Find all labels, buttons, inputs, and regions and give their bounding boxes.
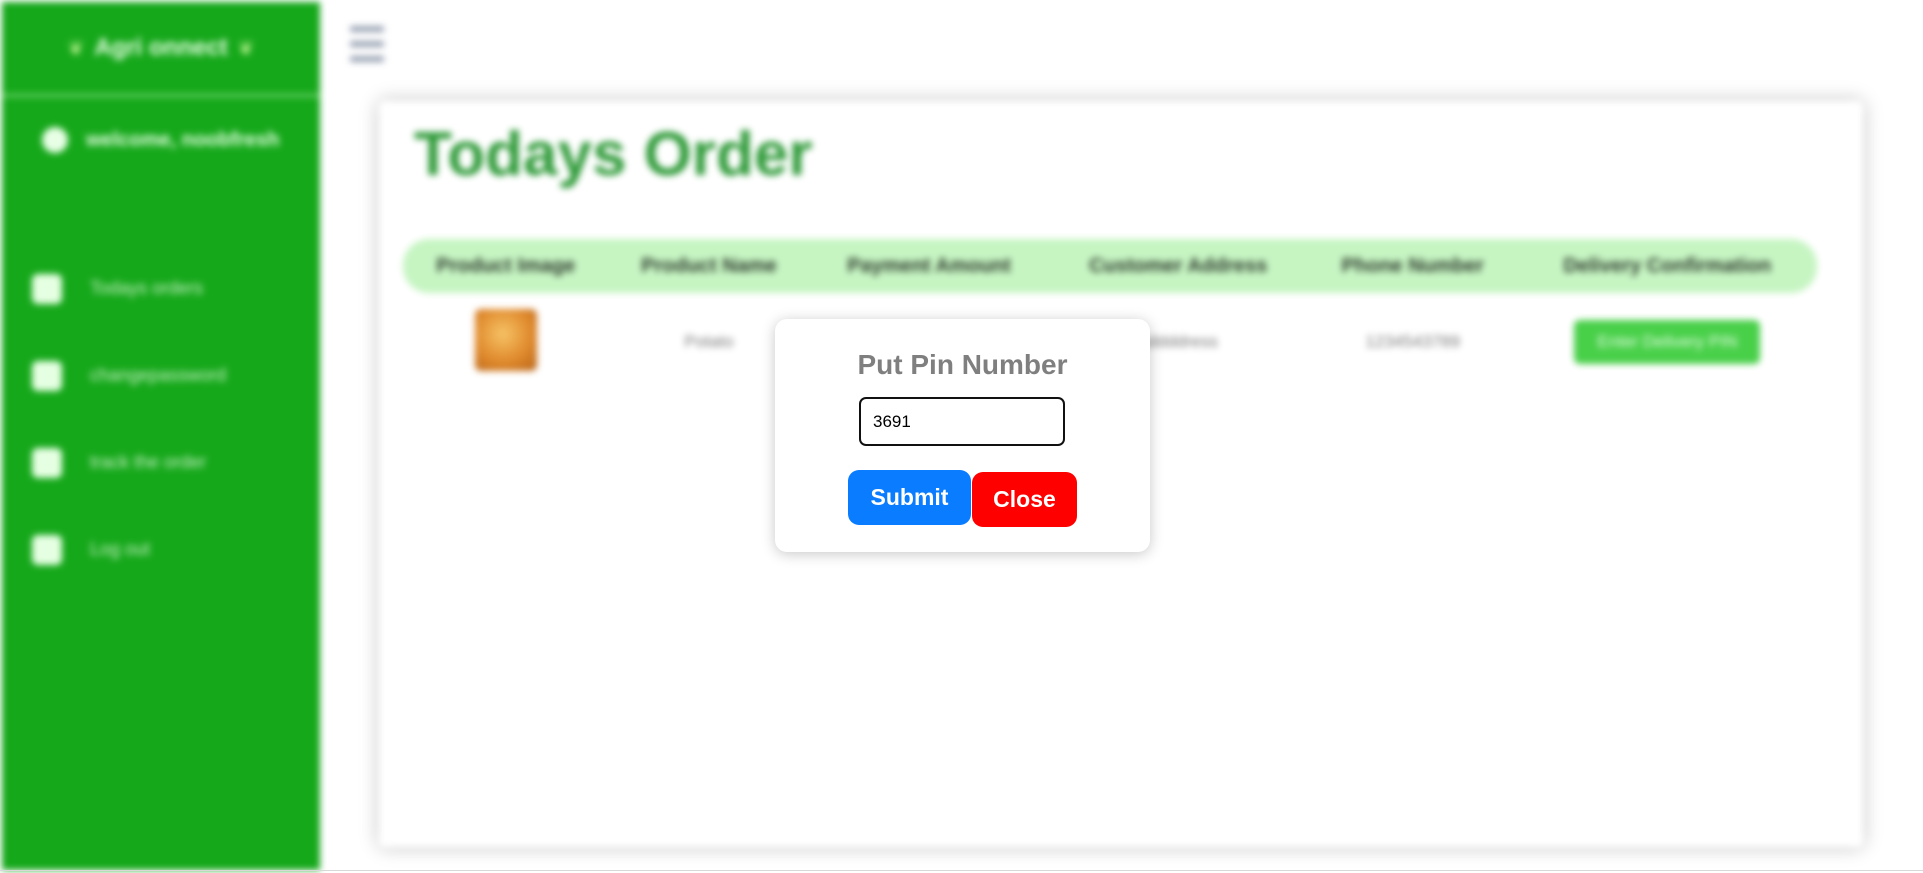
- sidebar-item-change-password[interactable]: changepassword: [2, 332, 320, 419]
- column-header: Product Image: [436, 254, 576, 277]
- product-image: [474, 308, 537, 371]
- column-header: Customer Address: [1089, 254, 1268, 277]
- column-header: Delivery Confirmation: [1563, 254, 1772, 277]
- trash-icon: [32, 534, 62, 565]
- leaf-icon: ❦: [67, 37, 85, 60]
- welcome-user: welcome, noobfresh: [2, 97, 320, 183]
- page-bottom-divider: [0, 870, 1923, 871]
- enter-delivery-pin-button[interactable]: Enter Delivery PIN: [1574, 320, 1761, 364]
- column-header: Payment Amount: [847, 254, 1011, 277]
- sidebar-item-label: Log out: [90, 539, 151, 559]
- close-button[interactable]: Close: [972, 472, 1077, 527]
- brand-name: Agri onnect: [94, 34, 228, 61]
- lock-icon: [32, 360, 62, 391]
- table-header-row: Product Image Product Name Payment Amoun…: [403, 239, 1817, 293]
- sidebar-item-label: Todays orders: [90, 278, 204, 298]
- pin-input[interactable]: [859, 397, 1065, 446]
- sidebar-item-label: changepassword: [90, 365, 227, 385]
- pin-modal: Put Pin Number Submit Close: [775, 319, 1150, 552]
- brand-logo: ❦ Agri onnect ❦: [2, 2, 320, 97]
- sidebar-item-label: track the order: [90, 452, 207, 472]
- sidebar: ❦ Agri onnect ❦ welcome, noobfresh Today…: [2, 2, 320, 870]
- product-image-cell: [403, 293, 608, 391]
- menu-toggle-icon[interactable]: [350, 26, 384, 62]
- welcome-text: welcome, noobfresh: [86, 128, 280, 151]
- modal-title: Put Pin Number: [857, 349, 1068, 380]
- phone-number-cell: 1234543789: [1365, 332, 1460, 351]
- page-title: Todays Order: [414, 120, 813, 189]
- sidebar-item-track-order[interactable]: track the order: [2, 419, 320, 506]
- leaf-icon: ❦: [237, 37, 255, 60]
- user-avatar-icon: [42, 127, 68, 153]
- home-icon: [32, 273, 62, 304]
- sidebar-item-log-out[interactable]: Log out: [2, 506, 320, 593]
- column-header: Product Name: [641, 254, 777, 277]
- sidebar-nav: Todays orders changepassword track the o…: [2, 245, 320, 593]
- location-pin-icon: [32, 447, 62, 478]
- submit-button[interactable]: Submit: [848, 470, 971, 525]
- column-header: Phone Number: [1341, 254, 1484, 277]
- delivery-confirmation-cell: Enter Delivery PIN: [1518, 293, 1817, 391]
- sidebar-item-todays-orders[interactable]: Todays orders: [2, 245, 320, 332]
